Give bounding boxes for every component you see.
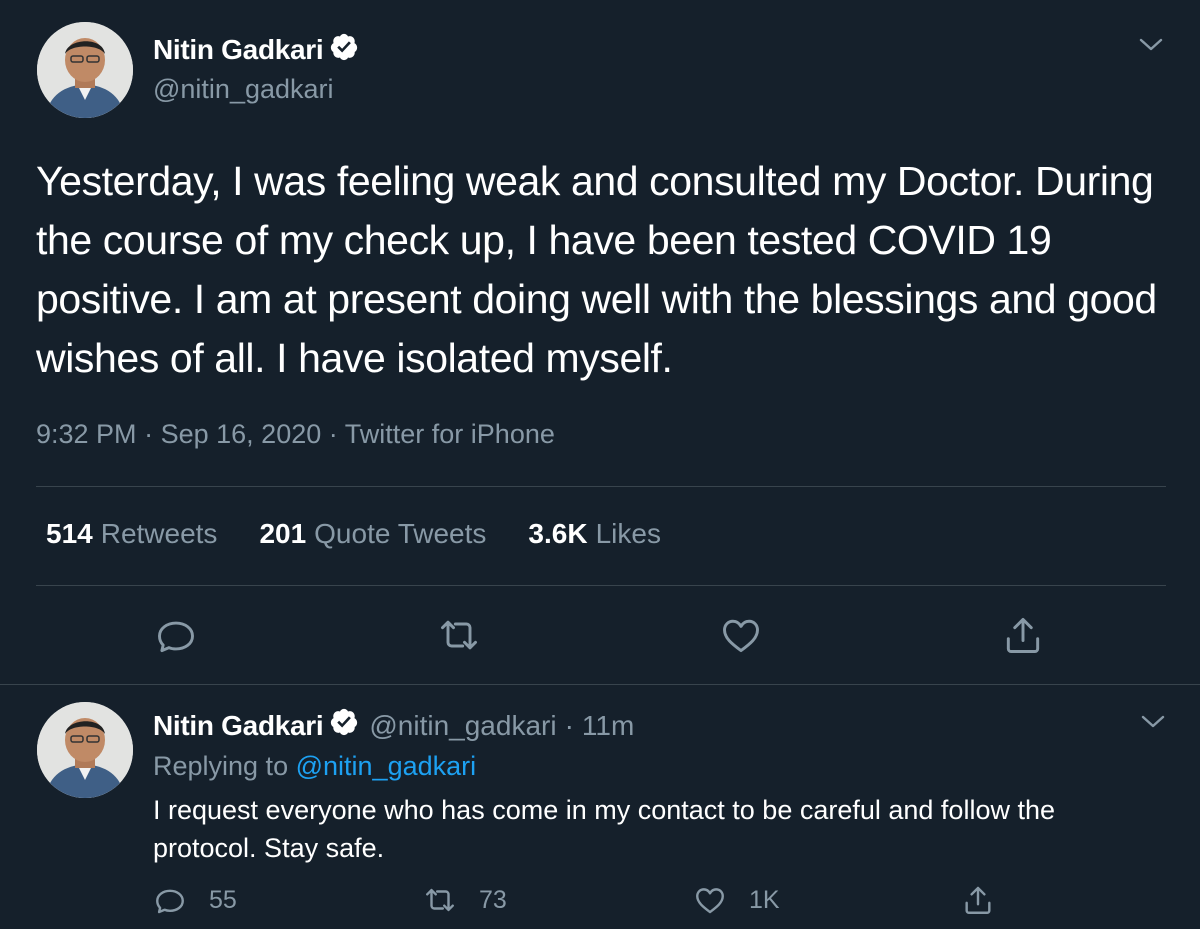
chevron-down-icon[interactable] (1140, 713, 1166, 731)
like-button[interactable]: 1K (693, 883, 780, 917)
tweet-metadata: 9:32 PM · Sep 16, 2020 · Twitter for iPh… (36, 419, 555, 450)
separator: · (144, 419, 154, 449)
tweet-text: Yesterday, I was feeling weak and consul… (36, 158, 1157, 381)
retweet-icon (426, 888, 454, 912)
separator: · (564, 709, 574, 741)
quote-tweets-count: 201 (259, 518, 307, 549)
replying-to-link[interactable]: @nitin_gadkari (296, 751, 477, 781)
retweet-count: 73 (479, 885, 507, 914)
author-name[interactable]: Nitin Gadkari (153, 710, 324, 742)
retweet-button[interactable]: 73 (423, 883, 507, 917)
retweets-count: 514 (46, 518, 93, 549)
retweet-icon[interactable] (437, 613, 481, 657)
retweets-stat[interactable]: 514 Retweets (46, 518, 217, 550)
divider (36, 486, 1166, 487)
reply-icon (156, 889, 184, 914)
reply-icon[interactable] (154, 613, 198, 657)
verified-badge-icon (329, 707, 359, 744)
tweet-time[interactable]: 11m (582, 710, 634, 742)
author-handle[interactable]: @nitin_gadkari (153, 74, 334, 105)
reply-header: Nitin Gadkari @nitin_gadkari · 11m (153, 707, 634, 744)
retweets-label: Retweets (100, 518, 218, 549)
tweet-actions: 55 73 1K (153, 883, 1053, 923)
likes-stat[interactable]: 3.6K Likes (528, 518, 661, 550)
quote-tweets-stat[interactable]: 201 Quote Tweets (259, 518, 486, 550)
like-count: 1K (749, 885, 780, 914)
likes-count: 3.6K (528, 518, 588, 549)
separator: · (328, 419, 338, 449)
author-avatar[interactable] (37, 22, 133, 118)
author-name-row[interactable]: Nitin Gadkari (153, 32, 359, 67)
reply-tweet[interactable]: Nitin Gadkari @nitin_gadkari · 11m Reply… (0, 685, 1200, 929)
share-icon (965, 886, 991, 914)
tweet-text: I request everyone who has come in my co… (153, 795, 1055, 863)
reply-button[interactable]: 55 (153, 883, 237, 917)
replying-to-label: Replying to (153, 751, 289, 781)
chevron-down-icon[interactable] (1138, 36, 1164, 54)
likes-label: Likes (595, 518, 661, 549)
author-avatar[interactable] (37, 702, 133, 798)
replying-to: Replying to @nitin_gadkari (153, 751, 476, 782)
like-icon (696, 888, 724, 914)
tweet-time[interactable]: 9:32 PM (36, 419, 137, 449)
engagement-stats: 514 Retweets 201 Quote Tweets 3.6K Likes (46, 518, 703, 550)
like-icon[interactable] (719, 613, 763, 657)
author-name[interactable]: Nitin Gadkari (153, 34, 324, 66)
avatar-image (37, 22, 133, 118)
reply-count: 55 (209, 885, 237, 914)
divider (36, 585, 1166, 586)
tweet-date[interactable]: Sep 16, 2020 (161, 419, 322, 449)
quote-tweets-label: Quote Tweets (314, 518, 487, 549)
avatar-image (37, 702, 133, 798)
verified-badge-icon (329, 32, 359, 67)
share-button[interactable] (961, 883, 1017, 917)
share-icon[interactable] (1001, 613, 1045, 657)
main-tweet: Nitin Gadkari @nitin_gadkari Yesterday, … (0, 0, 1200, 684)
author-handle[interactable]: @nitin_gadkari (369, 710, 556, 742)
tweet-source[interactable]: Twitter for iPhone (345, 419, 555, 449)
